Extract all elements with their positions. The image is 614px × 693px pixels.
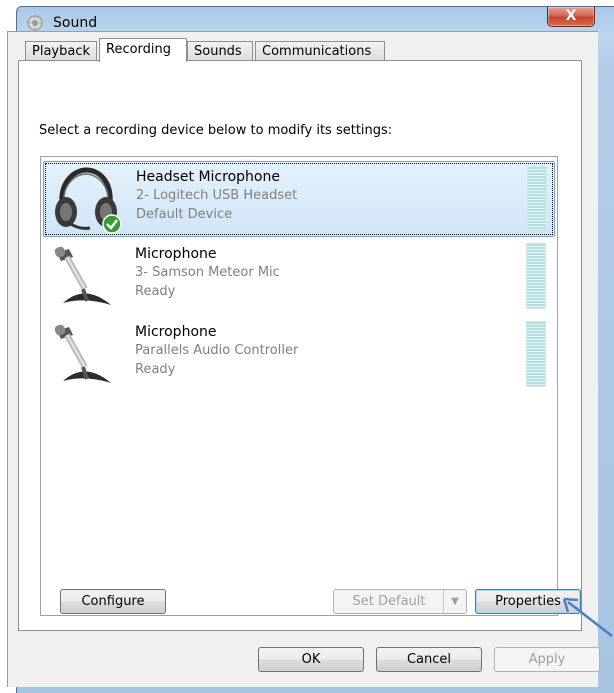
device-name: Headset Microphone (136, 169, 280, 185)
device-detail: 3- Samson Meteor Mic (135, 265, 280, 280)
tab-playback[interactable]: Playback (25, 41, 98, 61)
device-microphone-samson[interactable]: Microphone 3- Samson Meteor Mic Ready (43, 239, 555, 315)
tab-communications[interactable]: Communications (255, 41, 385, 61)
level-meter (527, 166, 547, 232)
device-name: Microphone (135, 324, 217, 340)
device-detail: Parallels Audio Controller (135, 343, 299, 358)
close-button[interactable]: X (547, 7, 595, 27)
device-status: Ready (135, 362, 176, 377)
cancel-button[interactable]: Cancel (376, 647, 482, 672)
set-default-button[interactable]: Set Default ▼ (333, 589, 467, 614)
device-microphone-parallels[interactable]: Microphone Parallels Audio Controller Re… (43, 317, 555, 393)
configure-button[interactable]: Configure (60, 589, 166, 614)
device-status: Default Device (136, 207, 233, 222)
microphone-icon (54, 246, 111, 305)
window-title: Sound (53, 15, 98, 31)
device-headset-microphone[interactable]: Headset Microphone 2- Logitech USB Heads… (43, 161, 555, 237)
device-detail: 2- Logitech USB Headset (136, 188, 298, 203)
set-default-label: Set Default (352, 594, 426, 609)
device-name: Microphone (135, 246, 217, 262)
pointer-arrow-icon (562, 597, 613, 637)
chevron-down-icon[interactable]: ▼ (443, 590, 466, 613)
tab-sounds[interactable]: Sounds (187, 41, 253, 61)
recording-tab-panel: Select a recording device below to modif… (18, 60, 582, 631)
tab-recording[interactable]: Recording (99, 38, 187, 62)
device-status: Ready (135, 284, 176, 299)
recording-device-list[interactable]: Headset Microphone 2- Logitech USB Heads… (40, 156, 558, 616)
level-meter (526, 243, 546, 309)
microphone-icon (54, 324, 111, 383)
apply-button[interactable]: Apply (494, 647, 600, 672)
level-meter (526, 321, 546, 387)
headset-icon (55, 167, 122, 234)
ok-button[interactable]: OK (258, 647, 364, 672)
speaker-icon (27, 15, 43, 31)
instruction-text: Select a recording device below to modif… (39, 123, 393, 138)
